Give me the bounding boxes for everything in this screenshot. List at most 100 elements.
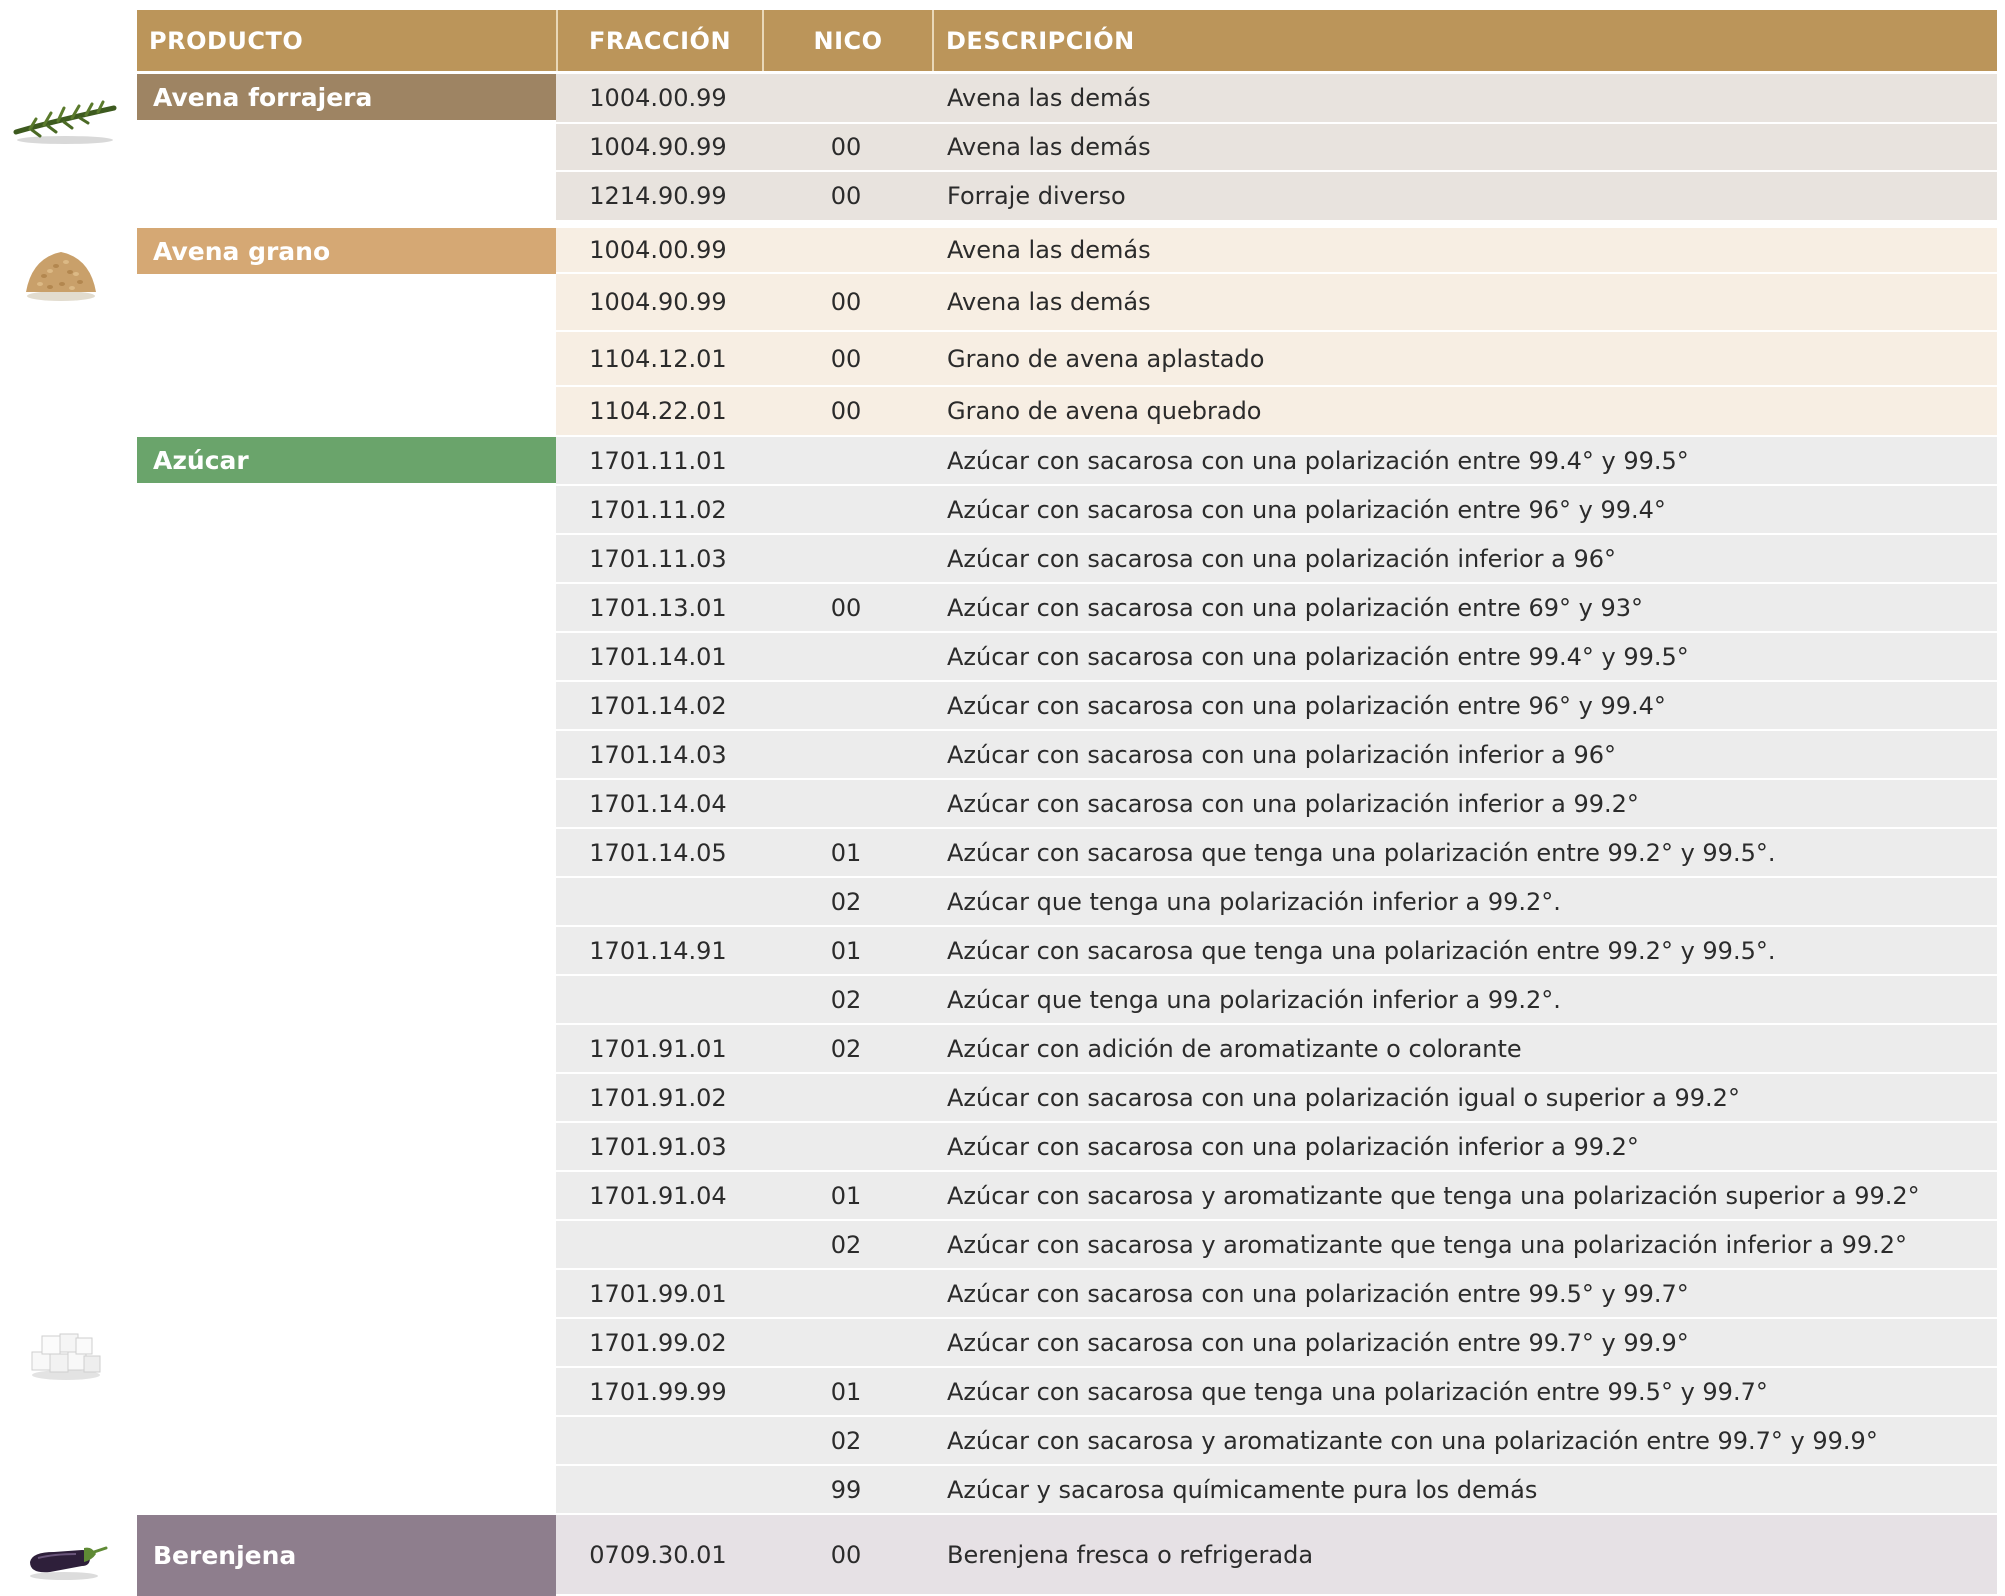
fraccion-cell: 1104.22.01 xyxy=(589,397,727,425)
fraccion-cell xyxy=(556,878,760,925)
fraccion-cell: 1701.91.04 xyxy=(589,1181,727,1210)
fraccion-cell: 1701.14.02 xyxy=(589,691,727,720)
nico-cell: 00 xyxy=(830,397,862,425)
nico-cell xyxy=(762,228,930,272)
descripcion-cell: Grano de avena quebrado xyxy=(947,397,1262,425)
descripcion-cell: Azúcar con sacarosa con una polarización… xyxy=(947,446,1689,475)
nico-cell: 02 xyxy=(830,1426,862,1455)
descripcion-cell: Azúcar con sacarosa y aromatizante con u… xyxy=(947,1426,1878,1455)
descripcion-cell: Azúcar con sacarosa con una polarización… xyxy=(947,740,1616,769)
fraccion-cell: 1701.91.03 xyxy=(589,1132,727,1161)
nico-cell xyxy=(762,1123,930,1170)
nico-cell: 01 xyxy=(830,936,862,965)
header-descripcion: DESCRIPCIÓN xyxy=(932,10,1997,71)
nico-cell: 00 xyxy=(830,593,862,622)
product-label: Azúcar xyxy=(137,437,556,483)
fraccion-cell: 1004.00.99 xyxy=(589,236,727,264)
fraccion-cell: 1701.11.03 xyxy=(589,544,727,573)
fraccion-cell xyxy=(556,976,760,1023)
product-label: Avena forrajera xyxy=(137,74,556,120)
descripcion-cell: Azúcar que tenga una polarización inferi… xyxy=(947,985,1561,1014)
nico-cell: 01 xyxy=(830,838,862,867)
eggplant-icon xyxy=(30,1546,108,1580)
descripcion-cell: Azúcar con sacarosa con una polarización… xyxy=(947,691,1666,720)
descripcion-cell: Azúcar con sacarosa con una polarización… xyxy=(947,1279,1689,1308)
descripcion-cell: Azúcar con sacarosa que tenga una polari… xyxy=(947,1377,1768,1406)
descripcion-cell: Azúcar con sacarosa con una polarización… xyxy=(947,789,1639,818)
nico-cell: 99 xyxy=(830,1475,862,1504)
nico-cell xyxy=(762,1270,930,1317)
forage-oat-icon xyxy=(13,100,117,144)
fraccion-cell: 1701.91.02 xyxy=(589,1083,727,1112)
descripcion-cell: Berenjena fresca o refrigerada xyxy=(947,1540,1314,1569)
fraccion-cell: 1701.13.01 xyxy=(589,593,727,622)
descripcion-cell: Azúcar con sacarosa y aromatizante que t… xyxy=(947,1230,1908,1259)
descripcion-cell: Azúcar con sacarosa y aromatizante que t… xyxy=(947,1181,1920,1210)
fraccion-cell: 1701.99.02 xyxy=(589,1328,727,1357)
descripcion-cell: Azúcar con sacarosa con una polarización… xyxy=(947,1132,1639,1161)
nico-cell: 00 xyxy=(830,344,862,373)
descripcion-cell: Azúcar con sacarosa con una polarización… xyxy=(947,1083,1740,1112)
fraccion-cell: 0709.30.01 xyxy=(589,1540,727,1569)
descripcion-cell: Azúcar con sacarosa con una polarización… xyxy=(947,1328,1689,1357)
nico-cell: 01 xyxy=(830,1181,862,1210)
nico-cell xyxy=(762,731,930,778)
product-label: Avena grano xyxy=(137,228,556,274)
nico-cell: 02 xyxy=(830,985,862,1014)
nico-cell: 00 xyxy=(830,288,862,316)
nico-cell xyxy=(762,1074,930,1121)
descripcion-cell: Azúcar con sacarosa con una polarización… xyxy=(947,593,1643,622)
nico-cell: 00 xyxy=(830,182,862,210)
descripcion-cell: Avena las demás xyxy=(947,288,1151,316)
fraccion-cell: 1701.14.01 xyxy=(589,642,727,671)
descripcion-cell: Grano de avena aplastado xyxy=(947,344,1265,373)
nico-cell xyxy=(762,633,930,680)
descripcion-cell: Azúcar con adición de aromatizante o col… xyxy=(947,1034,1522,1063)
nico-cell: 02 xyxy=(830,1034,862,1063)
tariff-table: PRODUCTO FRACCIÓN NICO DESCRIPCIÓN Avena… xyxy=(0,0,2005,1596)
product-label: Berenjena xyxy=(137,1515,556,1596)
fraccion-cell: 1004.90.99 xyxy=(589,133,727,161)
oat-grain-icon xyxy=(26,252,96,301)
fraccion-cell: 1701.14.03 xyxy=(589,740,727,769)
fraccion-cell: 1004.00.99 xyxy=(589,84,727,112)
fraccion-cell: 1701.11.01 xyxy=(589,446,727,475)
nico-cell: 00 xyxy=(830,133,862,161)
fraccion-cell: 1701.99.99 xyxy=(589,1377,727,1406)
fraccion-cell: 1701.14.91 xyxy=(589,936,727,965)
nico-cell: 02 xyxy=(830,887,862,916)
nico-cell xyxy=(762,780,930,827)
descripcion-cell: Azúcar que tenga una polarización inferi… xyxy=(947,887,1561,916)
descripcion-cell: Avena las demás xyxy=(947,84,1151,112)
fraccion-cell xyxy=(556,1417,760,1464)
descripcion-cell: Avena las demás xyxy=(947,133,1151,161)
fraccion-cell: 1701.11.02 xyxy=(589,495,727,524)
header-fraccion: FRACCIÓN xyxy=(556,10,762,71)
descripcion-cell: Forraje diverso xyxy=(947,182,1126,210)
header-producto: PRODUCTO xyxy=(137,10,556,71)
descripcion-cell: Azúcar con sacarosa que tenga una polari… xyxy=(947,838,1776,867)
descripcion-cell: Azúcar con sacarosa que tenga una polari… xyxy=(947,936,1776,965)
fraccion-cell: 1701.91.01 xyxy=(589,1034,727,1063)
descripcion-cell: Avena las demás xyxy=(947,236,1151,264)
fraccion-cell: 1701.99.01 xyxy=(589,1279,727,1308)
descripcion-cell: Azúcar y sacarosa químicamente pura los … xyxy=(947,1475,1538,1504)
fraccion-cell xyxy=(556,1221,760,1268)
descripcion-cell: Azúcar con sacarosa con una polarización… xyxy=(947,544,1616,573)
sugar-cubes-icon xyxy=(31,1333,101,1380)
nico-cell xyxy=(762,486,930,533)
fraccion-cell: 1701.14.05 xyxy=(589,838,727,867)
fraccion-cell: 1104.12.01 xyxy=(589,344,727,373)
descripcion-cell: Azúcar con sacarosa con una polarización… xyxy=(947,495,1666,524)
fraccion-cell: 1701.14.04 xyxy=(589,789,727,818)
nico-cell xyxy=(762,74,930,122)
nico-cell xyxy=(762,535,930,582)
fraccion-cell xyxy=(556,1466,760,1513)
nico-cell: 00 xyxy=(830,1540,862,1569)
nico-cell xyxy=(762,682,930,729)
fraccion-cell: 1214.90.99 xyxy=(589,182,727,210)
descripcion-cell: Azúcar con sacarosa con una polarización… xyxy=(947,642,1689,671)
nico-cell xyxy=(762,437,930,484)
nico-cell: 02 xyxy=(830,1230,862,1259)
header-nico: NICO xyxy=(762,10,932,71)
